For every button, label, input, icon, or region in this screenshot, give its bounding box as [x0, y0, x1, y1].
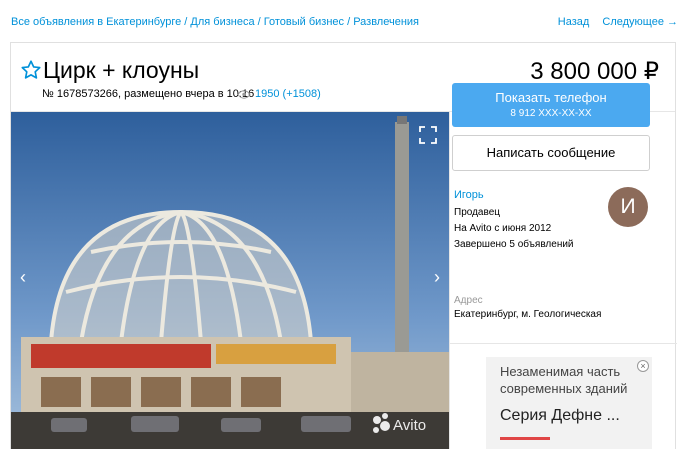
listing-meta: № 1678573266, размещено вчера в 10:16	[42, 88, 255, 100]
breadcrumb-separator: /	[344, 16, 354, 28]
listing-nav: Назад Следующее →	[558, 16, 678, 28]
seller-avatar[interactable]: И	[608, 187, 648, 227]
address-label: Адрес	[454, 295, 483, 306]
column-divider	[449, 112, 450, 449]
listing-price: 3 800 000 ₽	[530, 58, 659, 85]
breadcrumb-separator: /	[254, 16, 264, 28]
ad-close-icon[interactable]: ×	[637, 360, 649, 372]
next-link[interactable]: Следующее →	[602, 16, 678, 28]
photo-image	[11, 112, 449, 449]
address-value: Екатеринбург, м. Геологическая	[454, 309, 602, 320]
seller-since: На Avito с июня 2012	[454, 223, 552, 234]
breadcrumb-link-ready-business[interactable]: Готовый бизнес	[264, 16, 344, 28]
views-count: 1950 (+1508)	[255, 88, 321, 100]
seller-role: Продавец	[454, 207, 500, 218]
back-link[interactable]: Назад	[558, 16, 590, 28]
avito-watermark-logo: Avito	[373, 413, 426, 434]
breadcrumb: Все объявления в Екатеринбурге / Для биз…	[11, 16, 419, 28]
listing-photo[interactable]: ‹ › Avito	[11, 112, 449, 449]
ad-product: Серия Дефне ...	[500, 407, 620, 424]
advertisement-banner[interactable]: Незаменимая часть современных зданий Сер…	[486, 357, 652, 449]
photo-prev-arrow-icon[interactable]: ‹	[15, 266, 31, 288]
section-divider	[449, 343, 677, 344]
favorite-star-icon[interactable]	[20, 59, 42, 81]
watermark-text: Avito	[393, 417, 426, 434]
ad-accent-bar	[500, 437, 550, 440]
seller-completed: Завершено 5 объявлений	[454, 239, 574, 250]
fullscreen-icon[interactable]	[419, 126, 437, 144]
views-counter: 1950 (+1508)	[237, 88, 321, 100]
listing-title: Цирк + клоуны	[43, 57, 200, 83]
photo-next-arrow-icon[interactable]: ›	[429, 266, 445, 288]
write-message-button[interactable]: Написать сообщение	[452, 135, 650, 171]
show-phone-label: Показать телефон	[495, 90, 607, 105]
breadcrumb-link-all[interactable]: Все объявления в Екатеринбурге	[11, 16, 181, 28]
show-phone-button[interactable]: Показать телефон 8 912 XXX-XX-XX	[452, 83, 650, 127]
breadcrumb-link-business[interactable]: Для бизнеса	[190, 16, 254, 28]
ad-headline: Незаменимая часть современных зданий	[500, 364, 628, 396]
seller-name-link[interactable]: Игорь	[454, 189, 484, 201]
eye-icon	[237, 89, 251, 99]
breadcrumb-link-entertainment[interactable]: Развлечения	[353, 16, 419, 28]
masked-phone-number: 8 912 XXX-XX-XX	[510, 108, 592, 119]
